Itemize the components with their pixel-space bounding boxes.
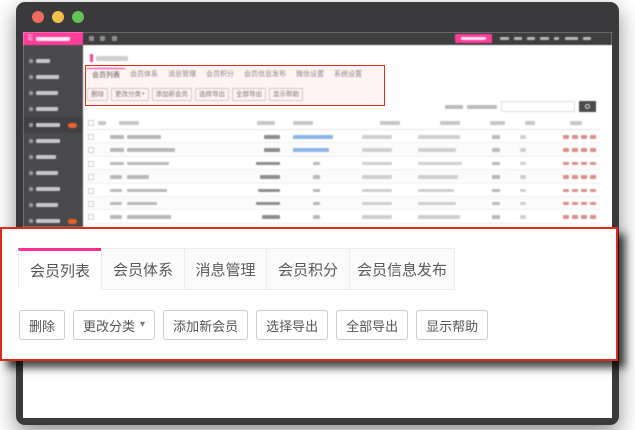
menu-icon — [29, 75, 33, 79]
nav-link-placeholder[interactable] — [554, 37, 559, 40]
top-navbar — [83, 32, 612, 45]
page-title-placeholder — [96, 56, 128, 61]
delete-button[interactable]: 删除 — [19, 310, 65, 340]
sidebar-item[interactable] — [23, 101, 83, 117]
close-window-icon[interactable] — [32, 11, 44, 23]
logo-text-placeholder — [36, 37, 70, 41]
nav-logout-placeholder[interactable] — [583, 37, 591, 40]
search-input[interactable] — [501, 101, 575, 112]
sidebar-item[interactable] — [23, 181, 83, 197]
row-actions[interactable] — [563, 202, 596, 206]
sidebar-item[interactable] — [23, 165, 83, 181]
sidebar-logo-bar: ☰ — [23, 32, 83, 45]
row-actions[interactable] — [563, 175, 596, 179]
filter-dropdown-placeholder[interactable] — [445, 105, 463, 109]
nav-link-placeholder[interactable] — [540, 37, 549, 40]
minimize-window-icon[interactable] — [52, 11, 64, 23]
select-all-checkbox[interactable] — [88, 120, 94, 126]
row-actions[interactable] — [563, 189, 596, 193]
callout-toolbar: 删除 更改分类▾ 添加新会员 选择导出 全部导出 显示帮助 — [19, 310, 488, 340]
browser-window: ☰ — [16, 2, 619, 425]
menu-icon — [29, 219, 33, 223]
row-actions[interactable] — [563, 215, 596, 219]
sidebar-item[interactable] — [23, 69, 83, 85]
sidebar-item[interactable] — [23, 197, 83, 213]
row-checkbox[interactable] — [88, 188, 94, 194]
table-row — [87, 143, 600, 156]
tab-message-management[interactable]: 消息管理 — [184, 248, 267, 290]
menu-icon — [29, 91, 33, 95]
change-category-button[interactable]: 更改分类▾ — [73, 310, 155, 340]
tab-member-info-publish[interactable]: 会员信息发布 — [349, 248, 455, 290]
page-title — [90, 54, 128, 62]
window-titlebar — [16, 2, 619, 32]
table-row — [87, 170, 600, 183]
row-actions[interactable] — [563, 135, 596, 139]
row-checkbox[interactable] — [88, 201, 94, 207]
table-row — [87, 157, 600, 170]
menu-icon — [29, 123, 33, 127]
menu-icon — [29, 155, 33, 159]
sidebar-item[interactable] — [23, 85, 83, 101]
menu-icon — [29, 59, 33, 63]
nav-bell-icon[interactable] — [112, 36, 117, 41]
table-row — [87, 184, 600, 197]
nav-user-placeholder[interactable] — [565, 37, 578, 40]
nav-link-placeholder[interactable] — [500, 37, 509, 40]
row-checkbox[interactable] — [88, 174, 94, 180]
nav-home-icon[interactable] — [89, 36, 94, 41]
sidebar-item[interactable] — [23, 133, 83, 149]
caret-down-icon: ▾ — [140, 320, 145, 330]
table-header-row — [87, 116, 600, 130]
notification-badge — [68, 219, 77, 224]
notification-badge — [68, 123, 77, 128]
stage: ☰ — [0, 0, 635, 430]
tab-member-list[interactable]: 会员列表 — [18, 248, 102, 290]
row-checkbox[interactable] — [88, 134, 94, 140]
row-actions[interactable] — [563, 148, 596, 152]
search-button[interactable] — [579, 101, 596, 112]
zoom-window-icon[interactable] — [72, 11, 84, 23]
nav-primary-button[interactable] — [455, 34, 492, 43]
show-help-button[interactable]: 显示帮助 — [416, 310, 488, 340]
row-checkbox[interactable] — [88, 161, 94, 167]
callout-tab-bar: 会员列表 会员体系 消息管理 会员积分 会员信息发布 — [19, 248, 455, 290]
menu-icon — [29, 171, 33, 175]
nav-link-placeholder[interactable] — [514, 37, 522, 40]
table-row — [87, 197, 600, 210]
row-checkbox[interactable] — [88, 214, 94, 220]
row-checkbox[interactable] — [88, 147, 94, 153]
nav-link-placeholder[interactable] — [527, 37, 535, 40]
member-table — [87, 116, 600, 224]
menu-icon — [29, 107, 33, 111]
magnified-callout: 会员列表 会员体系 消息管理 会员积分 会员信息发布 删除 更改分类▾ 添加新会… — [0, 227, 618, 361]
hamburger-icon[interactable]: ☰ — [27, 35, 33, 42]
sidebar-item-members[interactable] — [23, 117, 83, 133]
menu-icon — [29, 187, 33, 191]
sidebar-item[interactable] — [23, 53, 83, 69]
menu-icon — [29, 203, 33, 207]
search-icon — [585, 104, 590, 109]
row-actions[interactable] — [563, 162, 596, 166]
annotation-highlight-rectangle — [85, 65, 385, 106]
add-member-button[interactable]: 添加新会员 — [163, 310, 248, 340]
menu-icon — [29, 139, 33, 143]
nav-grid-icon[interactable] — [100, 36, 105, 41]
tab-member-points[interactable]: 会员积分 — [266, 248, 350, 290]
tab-member-system[interactable]: 会员体系 — [101, 248, 185, 290]
sidebar-item[interactable] — [23, 149, 83, 165]
search-row — [445, 101, 596, 112]
table-row — [87, 130, 600, 143]
export-selected-button[interactable]: 选择导出 — [256, 310, 328, 340]
export-all-button[interactable]: 全部导出 — [336, 310, 408, 340]
table-row — [87, 210, 600, 223]
filter-dropdown-placeholder[interactable] — [467, 105, 497, 109]
sidebar-menu — [23, 45, 83, 227]
